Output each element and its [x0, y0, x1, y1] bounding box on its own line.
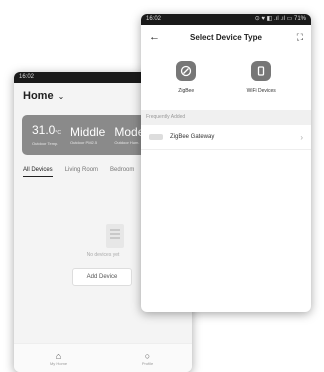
page-title: Select Device Type [190, 32, 262, 42]
gateway-icon [149, 134, 163, 140]
status-bar: 16:02 ⊙ ♥ ◧ .ıl .ıl ▭ 71% [141, 14, 311, 25]
weather-temp: 31.0°C Outdoor Temp. [32, 123, 61, 147]
home-icon: ⌂ [55, 350, 62, 361]
tab-living-room[interactable]: Living Room [65, 167, 98, 177]
status-time: 16:02 [19, 74, 35, 80]
device-type-zigbee[interactable]: ZigBee [176, 61, 197, 94]
device-type-wifi[interactable]: WiFi Devices [247, 61, 276, 94]
status-icons: ⊙ ♥ ◧ .ıl .ıl ▭ 71% [254, 16, 306, 22]
chevron-right-icon: › [300, 132, 303, 142]
weather-pm25: Middle Outdoor PM2.5 [69, 124, 106, 145]
scan-icon[interactable]: ⛶ [283, 32, 303, 43]
section-header: Frequently Added [141, 110, 311, 125]
nav-bar: ← Select Device Type ⛶ [141, 25, 311, 49]
wifi-device-icon [251, 61, 272, 81]
tab-bedroom[interactable]: Bedroom [110, 167, 134, 177]
device-type-list: ZigBee WiFi Devices [141, 49, 311, 94]
status-time: 16:02 [146, 16, 162, 22]
back-arrow-icon[interactable]: ← [149, 31, 169, 43]
chevron-down-icon: ⌄ [57, 91, 65, 101]
profile-icon: ○ [144, 350, 151, 361]
add-device-button[interactable]: Add Device [72, 268, 132, 286]
home-title: Home [23, 90, 54, 102]
tab-all-devices[interactable]: All Devices [23, 167, 53, 177]
nav-profile[interactable]: ○ Profile [103, 344, 192, 372]
zigbee-icon [176, 61, 197, 81]
bottom-nav: ⌂ My Home ○ Profile [14, 343, 192, 372]
select-device-type-screen: 16:02 ⊙ ♥ ◧ .ıl .ıl ▭ 71% ← Select Devic… [141, 14, 311, 312]
nav-my-home[interactable]: ⌂ My Home [14, 344, 103, 372]
list-item-zigbee-gateway[interactable]: ZigBee Gateway › [141, 125, 311, 150]
